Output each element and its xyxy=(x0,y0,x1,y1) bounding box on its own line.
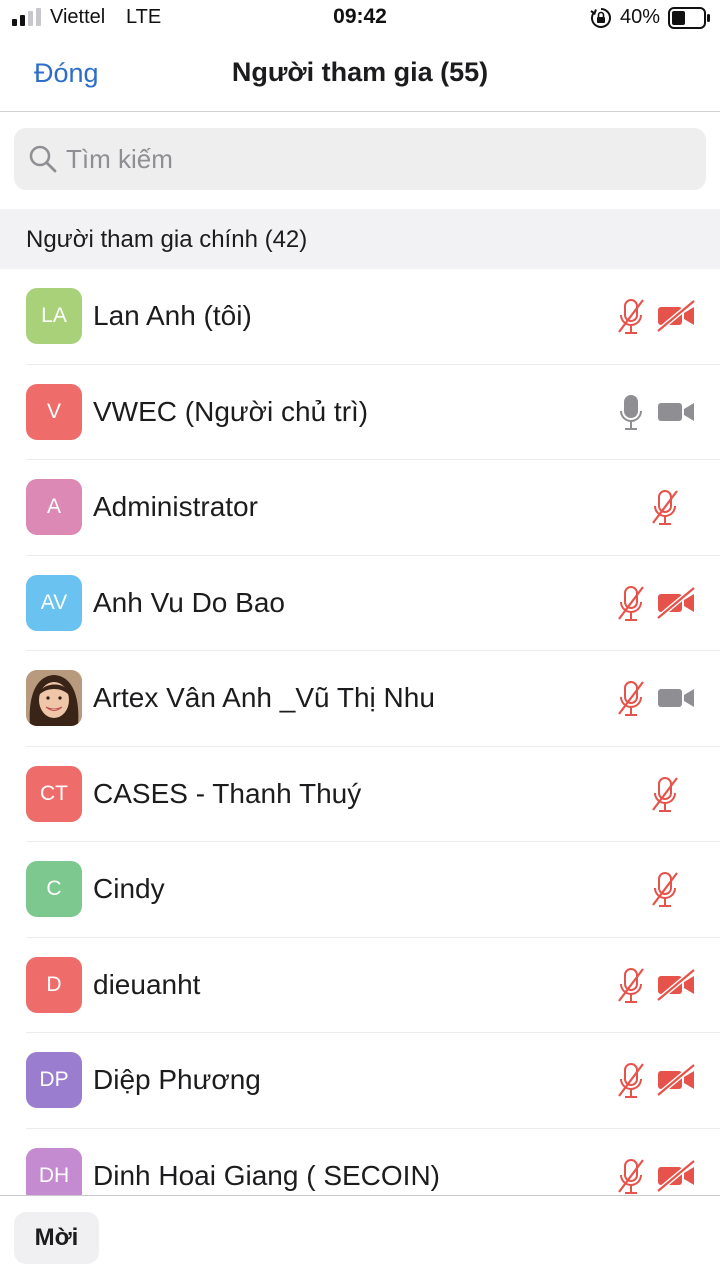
participant-row[interactable]: V VWEC (Người chủ trì) xyxy=(0,365,720,461)
search-icon xyxy=(29,145,57,173)
invite-button[interactable]: Mời xyxy=(14,1212,99,1264)
participant-name: Dinh Hoai Giang ( SECOIN) xyxy=(93,1159,441,1191)
video-camera-off-icon xyxy=(656,1063,696,1097)
microphone-icon xyxy=(616,394,646,432)
video-camera-off-icon xyxy=(656,967,696,1002)
participant-row[interactable]: A Administrator xyxy=(0,460,720,556)
participant-name: VWEC (Người chủ trì) xyxy=(93,395,369,427)
section-title: Người tham gia chính (42) xyxy=(26,226,308,253)
search-bar[interactable] xyxy=(14,128,706,190)
battery-percent: 40% xyxy=(620,6,661,28)
participant-row[interactable]: LA Lan Anh (tôi) xyxy=(0,269,720,365)
participant-row[interactable]: DP Diệp Phương xyxy=(0,1033,720,1129)
participant-row[interactable]: DH Dinh Hoai Giang ( SECOIN) xyxy=(0,1129,720,1196)
microphone-muted-icon xyxy=(616,680,646,718)
participant-row[interactable]: Ddieuanht xyxy=(0,938,720,1034)
microphone-muted-icon xyxy=(650,871,680,909)
navigation-bar: Đóng Người tham gia (55) xyxy=(0,36,720,112)
participant-name: CASES - Thanh Thuý xyxy=(93,777,362,809)
section-header: Người tham gia chính (42) xyxy=(0,209,720,269)
status-bar: Viettel LTE 09:42 40% xyxy=(0,0,720,36)
avatar: C xyxy=(26,861,82,917)
avatar: AV xyxy=(26,574,82,631)
avatar: A xyxy=(26,479,82,535)
avatar: DP xyxy=(26,1052,82,1108)
avatar: CT xyxy=(26,765,82,822)
bottom-toolbar: Mời xyxy=(0,1195,720,1280)
rotation-lock-icon xyxy=(590,8,611,28)
participant-name: Cindy xyxy=(93,873,165,904)
microphone-muted-icon xyxy=(616,967,646,1005)
participant-row[interactable]: C Cindy xyxy=(0,842,720,938)
avatar: LA xyxy=(26,288,82,344)
participant-list[interactable]: LA Lan Anh (tôi) V VWEC (Người chủ trì) A Adm… xyxy=(0,269,720,1195)
avatar: D xyxy=(26,956,82,1013)
page-title: Người tham gia (55) xyxy=(231,57,489,87)
participant-row[interactable]: CT CASES - Thanh Thuý xyxy=(0,747,720,843)
microphone-muted-icon xyxy=(616,1062,646,1100)
microphone-muted-icon xyxy=(650,776,680,814)
microphone-muted-icon xyxy=(616,298,646,336)
avatar-photo xyxy=(26,670,82,726)
status-time: 09:42 xyxy=(333,5,387,28)
participant-name: Anh Vu Do Bao xyxy=(93,586,285,618)
participant-name: dieuanht xyxy=(93,968,201,1000)
search-input[interactable] xyxy=(66,128,686,190)
participant-name: Lan Anh (tôi) xyxy=(93,300,252,331)
video-camera-off-icon xyxy=(656,299,696,333)
video-camera-icon xyxy=(656,682,696,714)
participant-row[interactable]: AV Anh Vu Do Bao xyxy=(0,556,720,652)
microphone-muted-icon xyxy=(616,585,646,623)
participant-name: Artex Vân Anh _Vũ Thị Nhu xyxy=(93,682,435,713)
video-camera-off-icon xyxy=(656,585,696,620)
avatar: V xyxy=(26,383,82,440)
participant-name: Diệp Phương xyxy=(93,1064,261,1095)
battery-icon xyxy=(668,7,710,29)
participant-row[interactable]: Artex Vân Anh _Vũ Thị Nhu xyxy=(0,651,720,747)
video-camera-icon xyxy=(656,396,696,428)
video-camera-off-icon xyxy=(656,1158,696,1193)
microphone-muted-icon xyxy=(650,489,680,527)
avatar: DH xyxy=(26,1147,82,1195)
microphone-muted-icon xyxy=(616,1158,646,1196)
participant-name: Administrator xyxy=(93,491,258,522)
